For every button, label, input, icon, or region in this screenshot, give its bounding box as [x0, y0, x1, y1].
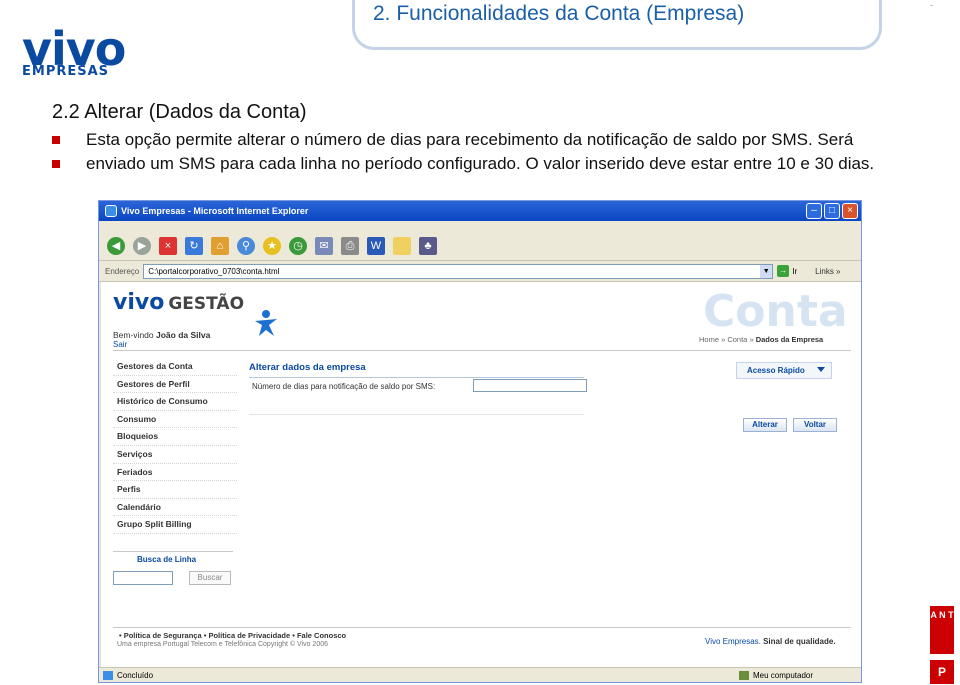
bullet-icon	[52, 160, 60, 168]
favorites-icon[interactable]: ★	[263, 236, 281, 255]
address-url: C:\portalcorporativo_0703\conta.html	[148, 266, 280, 276]
footer-copyright: Uma empresa Portugal Telecom e Telefônic…	[117, 641, 328, 648]
go-button[interactable]: → Ir	[777, 265, 797, 277]
voltar-button[interactable]: Voltar	[793, 418, 837, 432]
breadcrumb: Home » Conta » Dados da Empresa	[699, 335, 823, 344]
maximize-button[interactable]: □	[824, 203, 840, 219]
minimize-button[interactable]: –	[806, 203, 822, 219]
welcome-text: Bem-vindo João da Silva	[113, 330, 210, 340]
stop-icon[interactable]: ×	[159, 236, 177, 255]
menu-item-historico-consumo[interactable]: Histórico de Consumo	[113, 393, 237, 411]
search-line-input[interactable]	[113, 571, 173, 585]
breadcrumb-path[interactable]: Home » Conta »	[699, 335, 756, 344]
footer-slogan: Vivo Empresas. Sinal de qualidade.	[705, 637, 836, 646]
form-heading: Alterar dados da empresa	[249, 362, 584, 378]
empresas-logo-text: EMPRESAS	[22, 64, 110, 79]
menu-item-calendario[interactable]: Calendário	[113, 499, 237, 517]
print-icon[interactable]: ⎙	[341, 236, 359, 255]
mail-icon[interactable]: ✉	[315, 236, 333, 255]
page-edge	[99, 282, 101, 667]
bullet-icon	[52, 136, 60, 144]
body-text: Esta opção permite alterar o número de d…	[86, 130, 875, 173]
footer-divider	[113, 627, 851, 628]
sms-days-input[interactable]	[473, 379, 587, 392]
links-button[interactable]: Links »	[815, 267, 840, 276]
page-content: vivo GESTÃO Conta Bem-vindo João da Silva…	[99, 282, 861, 667]
menu-item-bloqueios[interactable]: Bloqueios	[113, 428, 237, 446]
conta-watermark: Conta	[703, 286, 848, 337]
window-title: Vivo Empresas - Microsoft Internet Explo…	[121, 206, 309, 216]
breadcrumb-current: Dados da Empresa	[755, 335, 824, 344]
go-icon: →	[777, 265, 790, 277]
forward-icon[interactable]: ▶	[133, 236, 151, 255]
menu-item-feriados[interactable]: Feriados	[113, 464, 237, 482]
welcome-prefix: Bem-vindo	[113, 330, 156, 340]
search-icon[interactable]: ⚲	[237, 236, 255, 255]
messenger-icon[interactable]: ♣	[419, 236, 437, 255]
alterar-button[interactable]: Alterar	[743, 418, 787, 432]
chevron-down-icon	[817, 367, 825, 372]
edit-icon[interactable]: W	[367, 236, 385, 255]
footer-links[interactable]: • Política de Segurança • Política de Pr…	[119, 631, 346, 640]
close-button[interactable]: ×	[842, 203, 858, 219]
side-menu: Gestores da Conta Gestores de Perfil His…	[113, 358, 237, 534]
vivo-gestao-logo[interactable]: vivo GESTÃO	[113, 290, 244, 315]
user-name: João da Silva	[156, 330, 211, 340]
back-icon[interactable]: ◀	[107, 236, 125, 255]
logo-vivo-text: vivo	[113, 290, 165, 315]
anatel-badge: A N T	[930, 606, 954, 654]
address-input[interactable]: C:\portalcorporativo_0703\conta.html ▼	[143, 263, 774, 279]
go-label: Ir	[792, 266, 798, 276]
menu-item-consumo[interactable]: Consumo	[113, 411, 237, 429]
anatel-badge-p: P	[930, 660, 954, 684]
address-label: Endereço	[105, 266, 140, 276]
menu-item-gestores-perfil[interactable]: Gestores de Perfil	[113, 376, 237, 394]
form-divider	[249, 414, 584, 415]
refresh-icon[interactable]: ↻	[185, 236, 203, 255]
history-icon[interactable]: ◷	[289, 236, 307, 255]
sms-days-label: Número de dias para notificação de saldo…	[252, 382, 436, 391]
mascot-icon	[255, 310, 277, 336]
menu-item-perfis[interactable]: Perfis	[113, 481, 237, 499]
corner-mark: -	[930, 0, 933, 10]
search-button[interactable]: Buscar	[189, 571, 231, 585]
menu-item-grupo-split-billing[interactable]: Grupo Split Billing	[113, 516, 237, 534]
menu-item-servicos[interactable]: Serviços	[113, 446, 237, 464]
footer-brand: Vivo Empresas.	[705, 637, 761, 646]
section-heading: 2.2 Alterar (Dados da Conta)	[52, 101, 307, 123]
quick-access-dropdown[interactable]: Acesso Rápido	[736, 362, 832, 379]
home-icon[interactable]: ⌂	[211, 236, 229, 255]
page-done-icon	[103, 671, 113, 680]
quick-access-label: Acesso Rápido	[747, 366, 805, 375]
header-divider	[113, 350, 851, 351]
folder-icon[interactable]	[393, 236, 411, 255]
slide-title: 2. Funcionalidades da Conta (Empresa)	[373, 2, 745, 25]
search-line-box: Busca de Linha Buscar	[113, 551, 233, 589]
browser-window: Vivo Empresas - Microsoft Internet Explo…	[98, 200, 862, 683]
logo-gestao-text: GESTÃO	[168, 294, 245, 314]
status-bar: Concluído Meu computador	[99, 667, 861, 682]
menu-item-gestores-conta[interactable]: Gestores da Conta	[113, 358, 237, 376]
computer-icon	[739, 671, 749, 680]
menu-bar	[99, 221, 861, 231]
logout-link[interactable]: Sair	[113, 340, 127, 349]
chevron-down-icon[interactable]: ▼	[760, 264, 773, 278]
window-titlebar[interactable]: Vivo Empresas - Microsoft Internet Explo…	[99, 201, 861, 221]
browser-toolbar: ◀ ▶ × ↻ ⌂ ⚲ ★ ◷ ✉ ⎙ W ♣	[99, 231, 861, 261]
status-text: Concluído	[117, 671, 154, 680]
search-line-title: Busca de Linha	[137, 555, 197, 564]
status-zone: Meu computador	[753, 671, 814, 680]
ie-icon	[105, 205, 117, 217]
footer-tagline: Sinal de qualidade.	[760, 637, 836, 646]
address-bar: Endereço C:\portalcorporativo_0703\conta…	[99, 261, 861, 282]
